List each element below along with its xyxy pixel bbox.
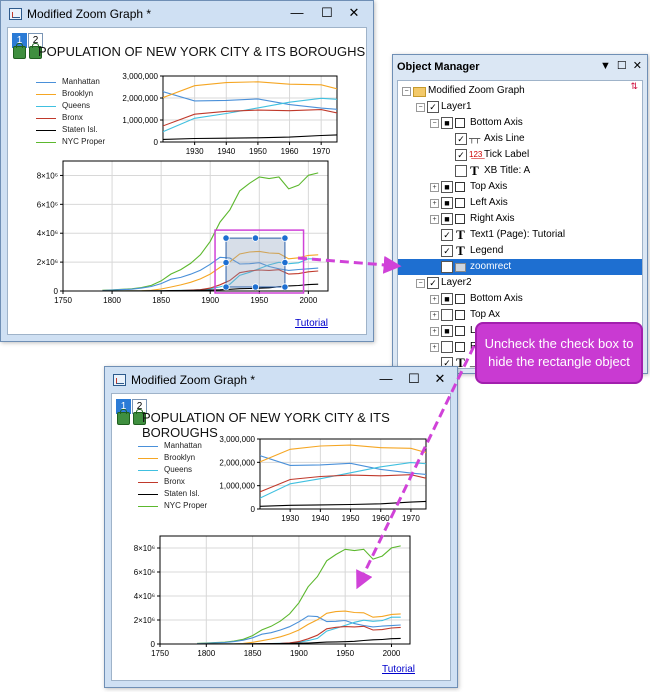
arrow-to-zoomrect bbox=[297, 255, 402, 274]
arrow-to-hidden-rect bbox=[356, 345, 476, 590]
callout-line: hide the rectangle object bbox=[488, 354, 630, 369]
callout-box: Uncheck the check box to hide the rectan… bbox=[475, 322, 643, 384]
callout-line: Uncheck the check box to bbox=[484, 336, 634, 351]
